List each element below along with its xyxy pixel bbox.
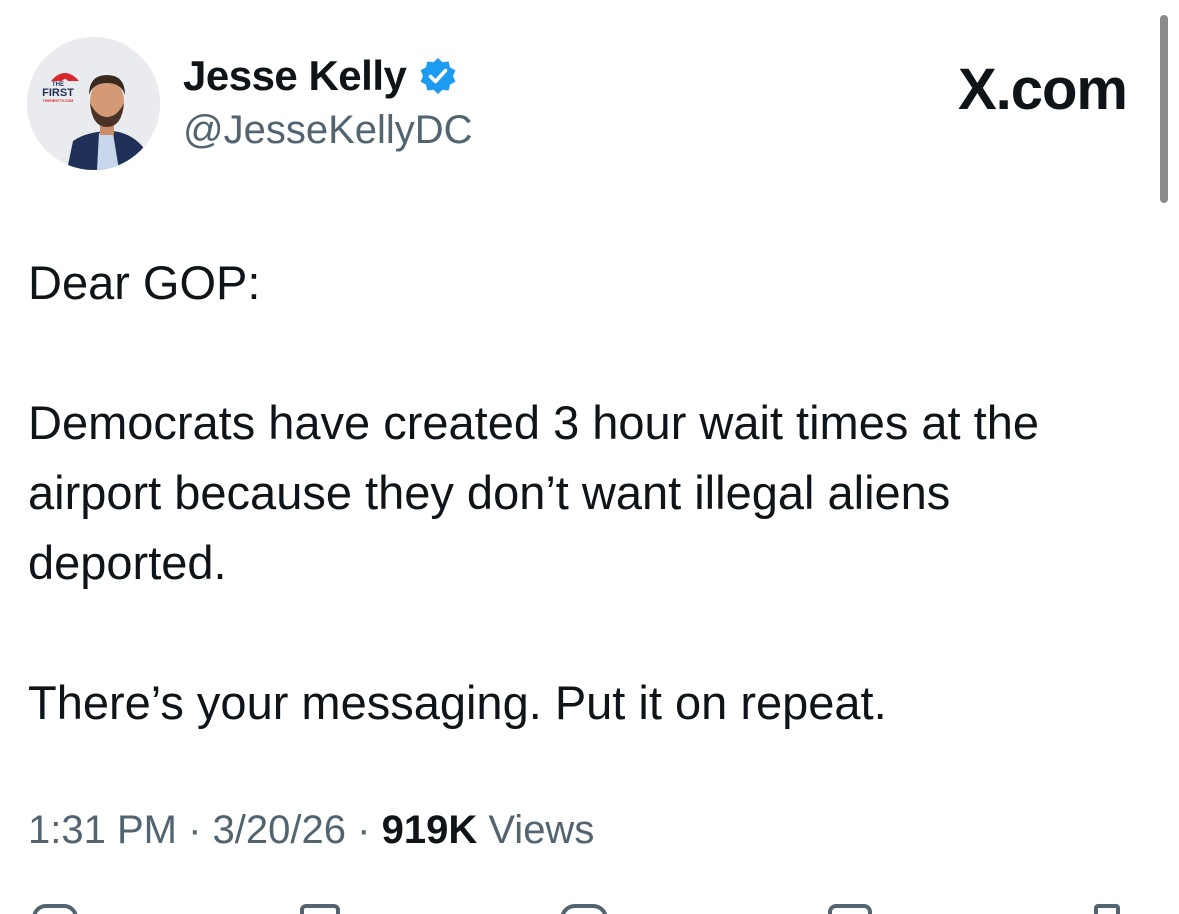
tweet-time[interactable]: 1:31 PM: [28, 808, 177, 852]
badge-first: FIRST: [42, 87, 74, 99]
reply-icon[interactable]: [32, 904, 78, 914]
scrollbar-thumb[interactable]: [1160, 15, 1168, 203]
avatar[interactable]: THE FIRST THEFIRSTTV.COM: [27, 37, 160, 170]
brand-label: X.com: [957, 57, 1128, 122]
repost-icon[interactable]: [300, 904, 340, 914]
views-count: 919K: [381, 808, 478, 852]
tweet-meta: 1:31 PM · 3/20/26 · 919K Views: [28, 808, 594, 853]
heart-icon[interactable]: [560, 904, 608, 914]
share-icon[interactable]: [1094, 904, 1120, 914]
tweet-text: Dear GOP: Democrats have created 3 hour …: [28, 248, 1148, 738]
avatar-image: [27, 37, 160, 170]
meta-separator: ·: [357, 808, 371, 852]
tweet-date[interactable]: 3/20/26: [213, 808, 346, 852]
name-row: Jesse Kelly: [183, 50, 473, 102]
handle[interactable]: @JesseKellyDC: [183, 108, 473, 153]
tweet-paragraph: There’s your messaging. Put it on repeat…: [28, 676, 887, 729]
meta-separator: ·: [188, 808, 202, 852]
verified-badge-icon[interactable]: [418, 56, 458, 96]
tweet-paragraph: Dear GOP:: [28, 256, 261, 309]
author-block: Jesse Kelly @JesseKellyDC: [183, 50, 473, 153]
views-label: Views: [488, 808, 595, 852]
action-bar: [0, 900, 1179, 914]
tweet-paragraph: Democrats have created 3 hour wait times…: [28, 396, 1039, 589]
display-name[interactable]: Jesse Kelly: [183, 52, 407, 100]
bookmark-icon[interactable]: [828, 904, 872, 914]
badge-site: THEFIRSTTV.COM: [42, 99, 74, 103]
